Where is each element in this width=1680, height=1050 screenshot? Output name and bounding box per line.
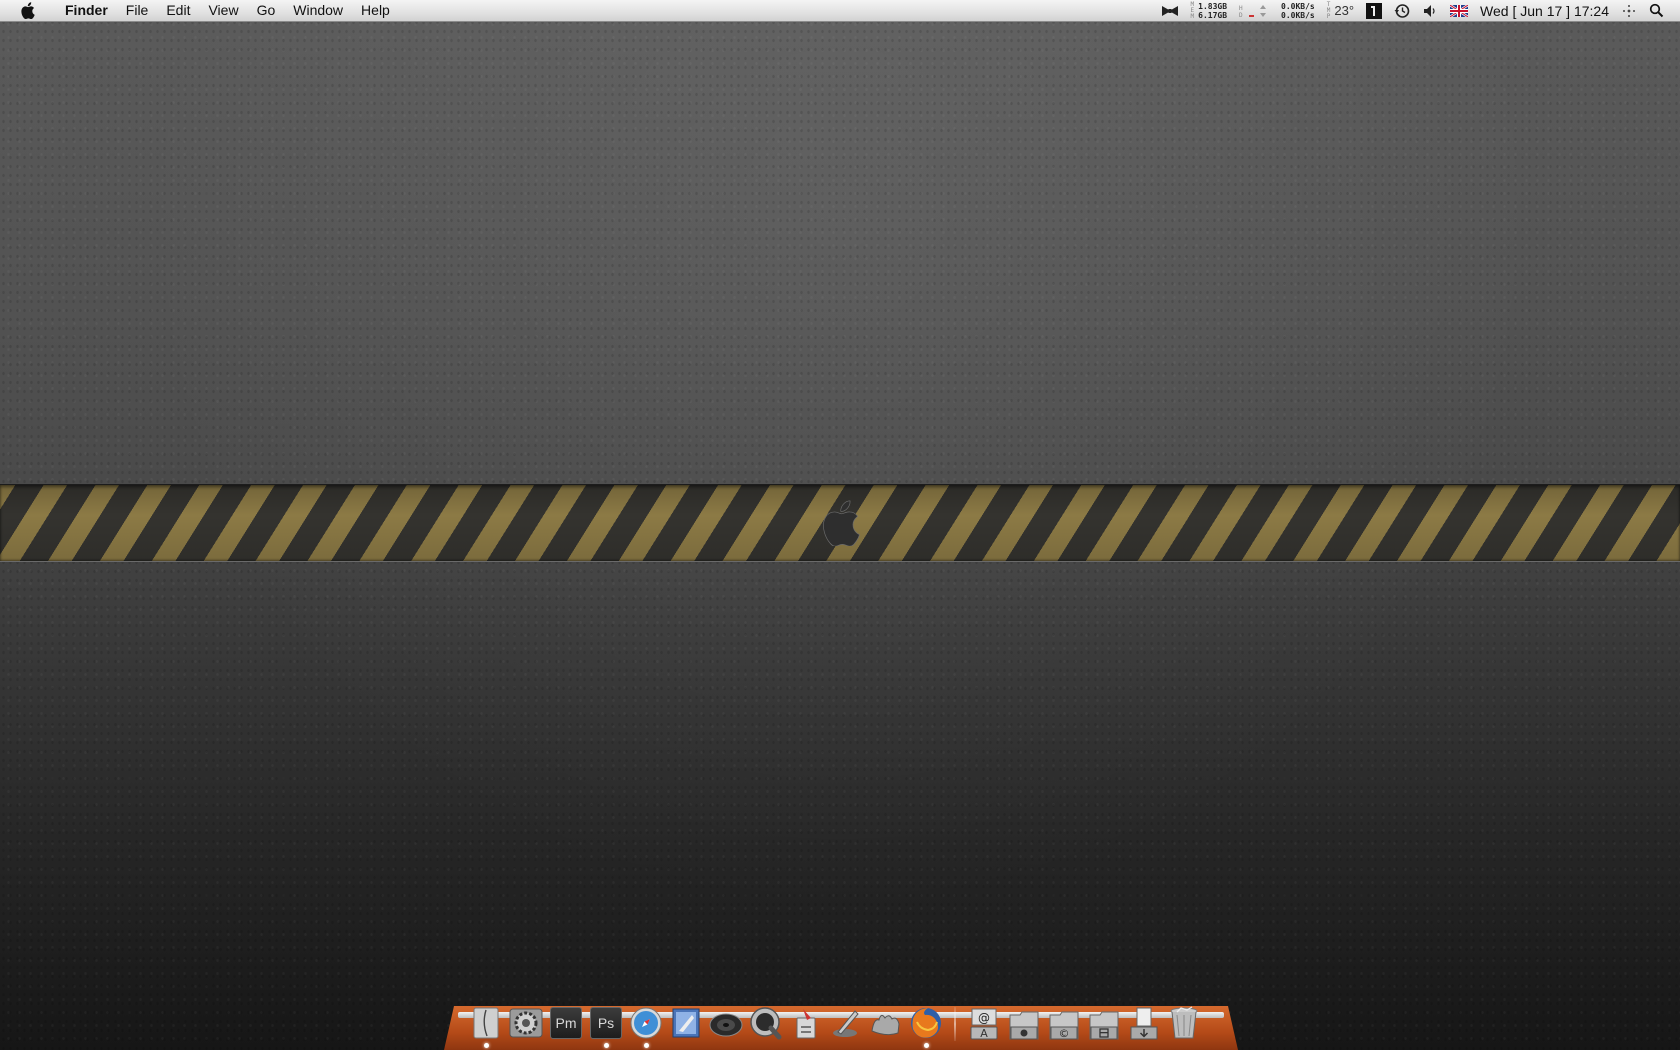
photoshop-label: Ps bbox=[590, 1007, 622, 1039]
system-preferences-icon[interactable] bbox=[508, 1005, 544, 1041]
script-editor-icon[interactable] bbox=[788, 1005, 824, 1041]
email-stack-icon[interactable]: @ A bbox=[966, 1005, 1002, 1041]
menu-bar: Finder File Edit View Go Window Help MEM… bbox=[0, 0, 1680, 22]
menu-clock[interactable]: Wed [ Jun 17 ] 17:24 bbox=[1474, 0, 1615, 21]
time-machine-icon[interactable] bbox=[1388, 0, 1416, 21]
downloads-folder-icon[interactable] bbox=[1126, 1005, 1162, 1041]
memory-values: 1.83GB 6.17GB bbox=[1198, 2, 1227, 20]
bluetooth-dots-icon[interactable] bbox=[1615, 0, 1643, 21]
documents-folder-icon[interactable] bbox=[1086, 1005, 1122, 1041]
input-source-flag-icon[interactable] bbox=[1444, 0, 1474, 21]
apple-menu-icon[interactable] bbox=[16, 0, 38, 21]
mail-icon[interactable] bbox=[668, 1005, 704, 1041]
menu-bar-status: MEM 1.83GB 6.17GB H D 0.0KB/s 0.0KB/s TM… bbox=[1155, 0, 1671, 21]
memory-free-value: 6.17GB bbox=[1198, 10, 1228, 20]
firefox-icon[interactable] bbox=[908, 1005, 944, 1048]
net-upload-value: 0.0KB/s bbox=[1281, 1, 1315, 11]
hand-tool-icon[interactable] bbox=[868, 1005, 904, 1041]
photoshop-icon[interactable]: Ps bbox=[588, 1005, 624, 1048]
menu-help[interactable]: Help bbox=[352, 0, 399, 21]
menu-go[interactable]: Go bbox=[248, 0, 285, 21]
volume-icon[interactable] bbox=[1416, 0, 1444, 21]
memory-label-icon: MEM bbox=[1190, 0, 1195, 20]
svg-text:A: A bbox=[980, 1027, 988, 1040]
apple-logo-icon bbox=[818, 500, 862, 547]
menu-app-name[interactable]: Finder bbox=[56, 0, 117, 21]
quicktime-icon[interactable] bbox=[748, 1005, 784, 1041]
running-indicator bbox=[484, 1043, 489, 1048]
photoshop-elements-label: Pm bbox=[550, 1007, 582, 1039]
network-monitor[interactable]: 0.0KB/s 0.0KB/s bbox=[1275, 0, 1321, 21]
dock: Pm Ps @ A © bbox=[466, 995, 1218, 1048]
net-download-value: 0.0KB/s bbox=[1281, 10, 1315, 20]
running-indicator bbox=[924, 1043, 929, 1048]
ink-pen-icon[interactable] bbox=[828, 1005, 864, 1041]
temperature-monitor[interactable]: TMP 23° bbox=[1321, 0, 1360, 21]
memory-monitor[interactable]: MEM 1.83GB 6.17GB bbox=[1185, 0, 1234, 21]
bowtie-icon[interactable] bbox=[1155, 0, 1185, 21]
spotlight-search-icon[interactable] bbox=[1643, 0, 1670, 21]
temperature-value: 23° bbox=[1334, 3, 1355, 18]
photoshop-elements-icon[interactable]: Pm bbox=[548, 1005, 584, 1041]
svg-text:D: D bbox=[1239, 12, 1243, 19]
menu-view[interactable]: View bbox=[199, 0, 247, 21]
finder-app-icon[interactable] bbox=[468, 1005, 504, 1048]
menu-window[interactable]: Window bbox=[284, 0, 352, 21]
running-indicator bbox=[644, 1043, 649, 1048]
speaker-app-icon[interactable] bbox=[708, 1005, 744, 1041]
svg-text:©: © bbox=[1059, 1027, 1070, 1040]
dock-separator bbox=[954, 1007, 956, 1041]
running-indicator bbox=[604, 1043, 609, 1048]
apple-folder-icon[interactable] bbox=[1006, 1005, 1042, 1041]
trash-icon[interactable] bbox=[1166, 1005, 1202, 1041]
network-values: 0.0KB/s 0.0KB/s bbox=[1281, 2, 1315, 20]
copyright-folder-icon[interactable]: © bbox=[1046, 1005, 1082, 1041]
svg-text:H: H bbox=[1239, 5, 1243, 12]
menu-edit[interactable]: Edit bbox=[157, 0, 199, 21]
temperature-label-icon: TMP bbox=[1326, 0, 1331, 20]
safari-icon[interactable] bbox=[628, 1005, 664, 1048]
svg-text:@: @ bbox=[978, 1011, 990, 1025]
menu-bar-left: Finder File Edit View Go Window Help bbox=[16, 0, 399, 21]
memory-used-value: 1.83GB bbox=[1198, 1, 1228, 11]
menu-file[interactable]: File bbox=[117, 0, 158, 21]
disk-activity-icon[interactable]: H D bbox=[1233, 0, 1275, 21]
spaces-icon[interactable] bbox=[1360, 0, 1388, 21]
